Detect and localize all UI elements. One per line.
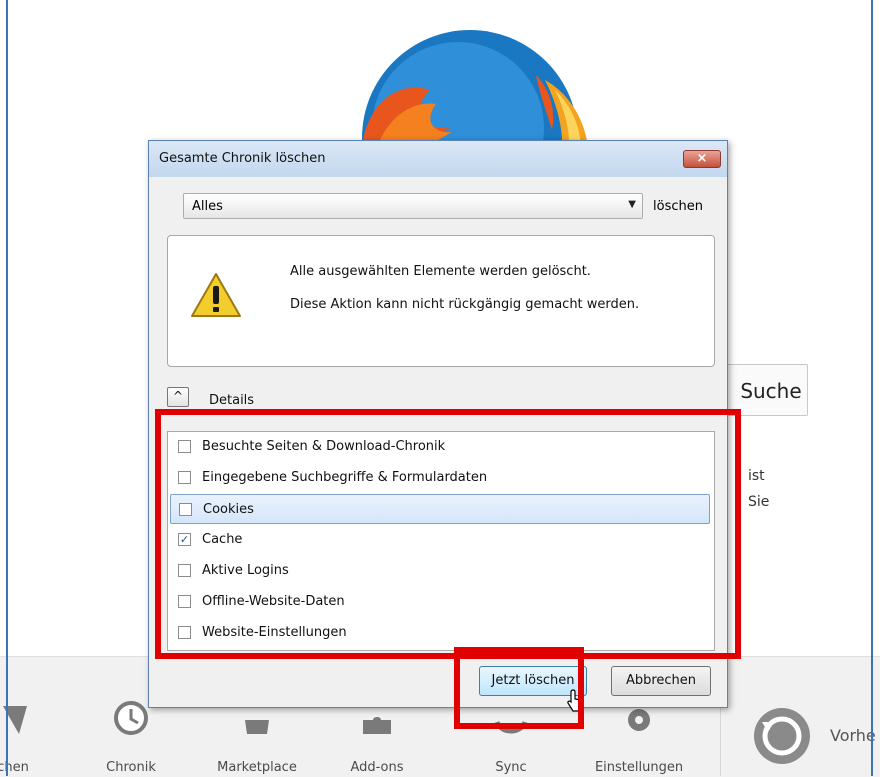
background-text-fragment: ist (748, 468, 765, 484)
cancel-button[interactable]: Abbrechen (611, 666, 711, 696)
checkbox-label: Besuchte Seiten & Download-Chronik (202, 439, 446, 454)
checkmark-icon: ✓ (179, 533, 190, 546)
search-button[interactable]: Suche (720, 364, 808, 416)
warning-box: Alle ausgewählten Elemente werden gelösc… (167, 235, 715, 367)
time-range-select[interactable]: Alles ▼ (183, 193, 643, 219)
cursor-hand-icon (567, 689, 585, 717)
warning-icon (190, 272, 242, 322)
checkbox[interactable] (178, 564, 191, 577)
warning-subtext: Diese Aktion kann nicht rückgängig gemac… (290, 297, 640, 312)
dialog-title: Gesamte Chronik löschen (159, 151, 326, 166)
bookmark-icon (3, 706, 27, 734)
chevron-up-icon: ^ (172, 389, 184, 403)
close-icon: × (696, 151, 708, 166)
checkbox[interactable] (178, 595, 191, 608)
checkbox[interactable] (178, 471, 191, 484)
checkbox-label: Aktive Logins (202, 563, 289, 578)
checkbox[interactable]: ✓ (178, 533, 191, 546)
time-range-value: Alles (192, 199, 223, 214)
checkbox-label: Cookies (203, 502, 254, 517)
checkbox-label: Cache (202, 532, 243, 547)
firefox-logo (340, 20, 600, 160)
list-item[interactable]: Besuchte Seiten & Download-Chronik (170, 432, 710, 462)
list-item[interactable]: Cookies (170, 494, 710, 524)
launcher-label: Marketplace (217, 760, 297, 775)
checkbox-label: Eingegebene Suchbegriffe & Formulardaten (202, 470, 488, 485)
list-item[interactable]: Offline-Website-Daten (170, 587, 710, 617)
details-label: Details (209, 393, 255, 408)
launcher-bookmarks[interactable]: chen (0, 700, 68, 775)
checkbox[interactable] (179, 503, 192, 516)
checkbox[interactable] (178, 440, 191, 453)
warning-text: Alle ausgewählten Elemente werden gelösc… (290, 264, 591, 279)
clock-icon (114, 701, 148, 735)
checkbox-label: Website-Einstellungen (202, 625, 347, 640)
details-toggle-button[interactable]: ^ (167, 387, 189, 407)
launcher-label: chen (0, 760, 29, 775)
time-range-suffix: löschen (653, 199, 703, 214)
list-item[interactable]: Website-Einstellungen (170, 618, 710, 648)
restore-session-label[interactable]: Vorhe (830, 726, 876, 745)
list-item[interactable]: Aktive Logins (170, 556, 710, 586)
launcher-label: Sync (495, 760, 527, 775)
list-item[interactable]: ✓ Cache (170, 525, 710, 555)
history-items-list: Besuchte Seiten & Download-Chronik Einge… (167, 431, 715, 651)
background-text-fragment: Sie (748, 494, 770, 510)
dialog-titlebar[interactable]: Gesamte Chronik löschen × (149, 141, 727, 177)
checkbox-label: Offline-Website-Daten (202, 594, 345, 609)
checkbox[interactable] (178, 626, 191, 639)
launcher-label: Einstellungen (594, 760, 684, 775)
chevron-down-icon: ▼ (628, 199, 636, 210)
clear-history-dialog: Gesamte Chronik löschen × Alles ▼ lösche… (148, 140, 728, 712)
launcher-label: Add-ons (350, 760, 404, 775)
list-item[interactable]: Eingegebene Suchbegriffe & Formulardaten (170, 463, 710, 493)
close-button[interactable]: × (683, 150, 721, 168)
launcher-label: Chronik (106, 760, 156, 775)
restore-session-icon[interactable] (752, 706, 812, 770)
